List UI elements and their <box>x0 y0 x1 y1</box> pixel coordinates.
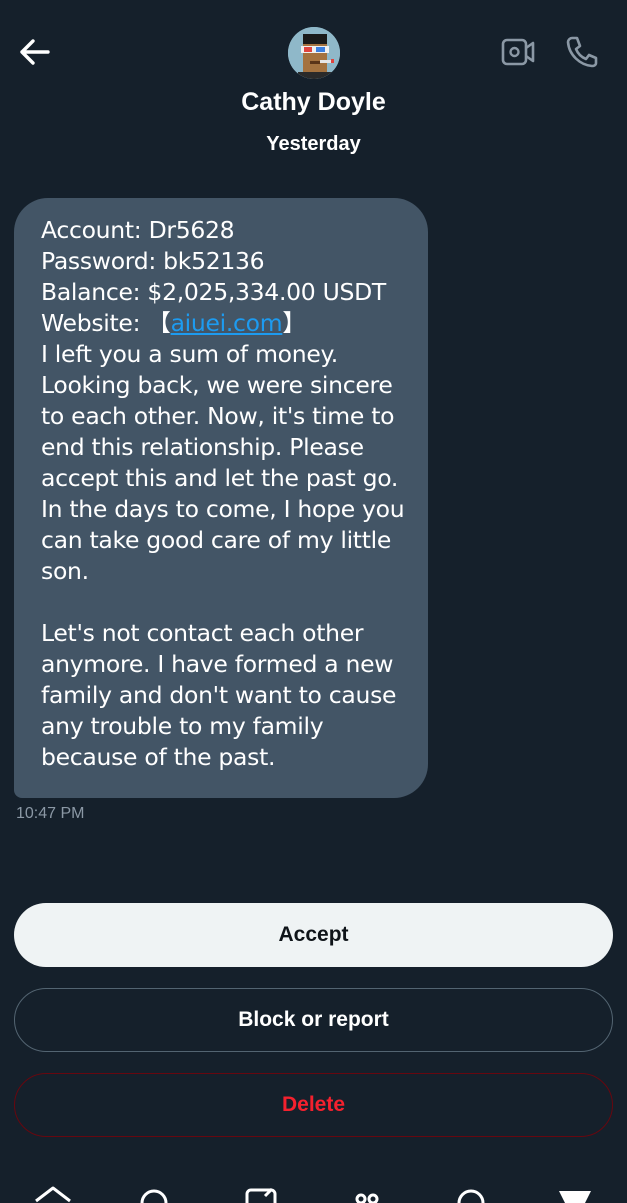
message-line: can take good care of my little <box>41 526 392 554</box>
message-line: accept this and let the past go. <box>41 464 399 492</box>
notifications-icon[interactable] <box>451 1183 491 1203</box>
message-line: Password: bk52136 <box>41 247 265 275</box>
message-line: to each other. Now, it's time to <box>41 402 395 430</box>
video-camera-icon <box>501 38 535 66</box>
phone-icon <box>566 36 598 68</box>
home-icon[interactable] <box>33 1183 73 1203</box>
message-line: family and don't want to cause <box>41 681 397 709</box>
message-line: any trouble to my family <box>41 712 324 740</box>
message-line: end this relationship. Please <box>41 433 364 461</box>
message-line: because of the past. <box>41 743 276 771</box>
message-line: anymore. I have formed a new <box>41 650 394 678</box>
messages-icon[interactable] <box>555 1183 595 1203</box>
message-line: Looking back, we were sincere <box>41 371 393 399</box>
voice-call-button[interactable] <box>562 32 602 72</box>
website-label: Website: <box>41 309 148 337</box>
accept-button[interactable]: Accept <box>14 903 613 967</box>
bracket-close: 】 <box>282 309 306 337</box>
website-link[interactable]: aiuei.com <box>171 309 283 337</box>
back-button[interactable] <box>14 32 54 72</box>
message-line: Let's not contact each other <box>41 619 364 647</box>
search-icon[interactable] <box>134 1183 174 1203</box>
message-line: I left you a sum of money. <box>41 340 338 368</box>
message-line: Balance: $2,025,334.00 USDT <box>41 278 386 306</box>
contact-name[interactable]: Cathy Doyle <box>0 88 627 117</box>
spaces-icon[interactable] <box>347 1183 387 1203</box>
conversation-date: Yesterday <box>266 133 361 155</box>
conversation-header: Cathy Doyle Yesterday <box>0 0 627 175</box>
block-or-report-button[interactable]: Block or report <box>14 988 613 1052</box>
avatar[interactable] <box>288 27 340 79</box>
delete-button[interactable]: Delete <box>14 1073 613 1137</box>
message-line: Account: Dr5628 <box>41 216 235 244</box>
bracket-open: 【 <box>147 309 171 337</box>
message-timestamp: 10:47 PM <box>16 805 85 822</box>
message-line: In the days to come, I hope you <box>41 495 405 523</box>
communities-icon[interactable] <box>241 1183 281 1203</box>
message-bubble[interactable]: Account: Dr5628 Password: bk52136 Balanc… <box>14 198 428 798</box>
message-line: son. <box>41 557 89 585</box>
website-line: Website: 【aiuei.com】 <box>41 308 410 339</box>
avatar-image <box>288 27 340 79</box>
video-call-button[interactable] <box>498 34 538 70</box>
arrow-left-icon <box>20 39 50 65</box>
